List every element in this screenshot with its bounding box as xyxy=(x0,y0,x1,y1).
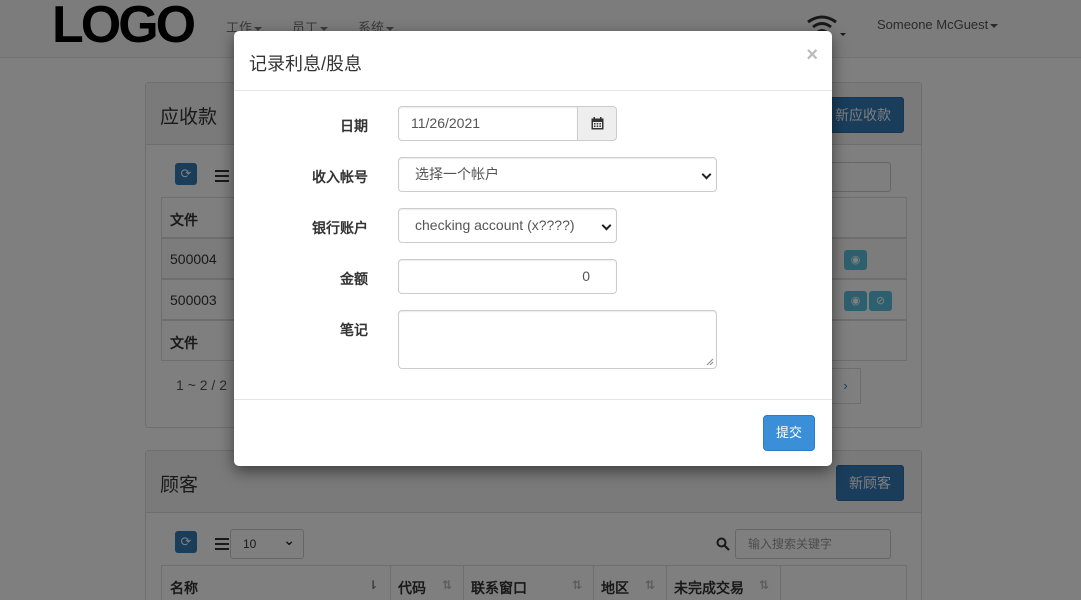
modal-footer-divider xyxy=(234,399,832,400)
date-label: 日期 xyxy=(340,118,368,134)
bank-account-label: 银行账户 xyxy=(312,220,368,236)
income-account-value: 选择一个帐户 xyxy=(415,166,499,182)
chevron-down-icon xyxy=(601,220,612,231)
submit-button[interactable]: 提交 xyxy=(763,415,815,451)
amount-input[interactable]: 0 xyxy=(398,259,617,294)
date-input[interactable]: 11/26/2021 xyxy=(398,106,578,141)
amount-label: 金额 xyxy=(340,271,368,287)
bank-account-select[interactable]: checking account (x????) xyxy=(398,208,617,243)
modal-title: 记录利息/股息 xyxy=(249,54,363,74)
bank-account-value: checking account (x????) xyxy=(415,217,575,233)
notes-label: 笔记 xyxy=(340,322,368,338)
notes-textarea[interactable] xyxy=(398,310,717,369)
resize-grip-icon[interactable] xyxy=(706,358,714,366)
calendar-button[interactable] xyxy=(577,106,617,141)
record-interest-dialog: 记录利息/股息 × 日期 11/26/2021 收入帐号 选择一个帐户 银行账户… xyxy=(234,31,832,466)
modal-header: 记录利息/股息 × xyxy=(234,31,832,91)
income-account-label: 收入帐号 xyxy=(312,169,368,185)
close-icon[interactable]: × xyxy=(806,45,818,65)
income-account-select[interactable]: 选择一个帐户 xyxy=(398,157,717,192)
chevron-down-icon xyxy=(701,169,712,180)
calendar-icon xyxy=(591,117,604,130)
